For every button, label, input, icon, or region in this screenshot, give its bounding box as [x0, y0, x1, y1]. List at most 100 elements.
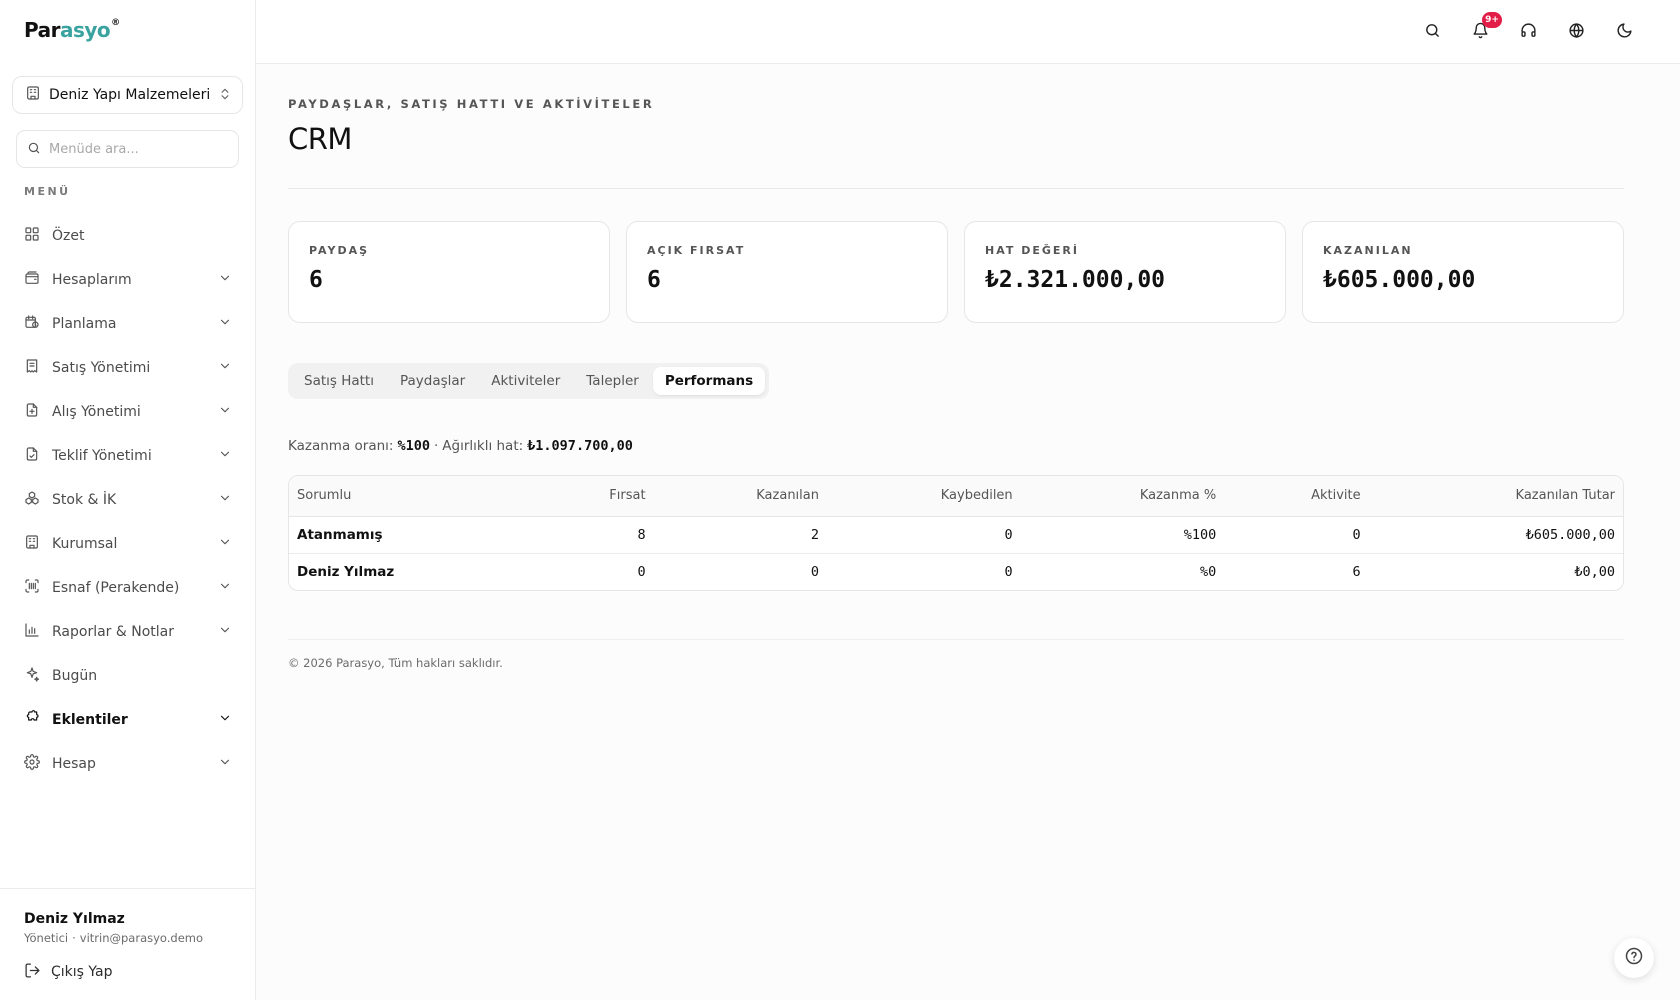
chevron-down-icon: [218, 491, 232, 509]
sidebar-item-ozet[interactable]: Özet: [12, 214, 244, 258]
chevron-down-icon: [218, 315, 232, 333]
sidebar-item-satis-yonetimi[interactable]: Satış Yönetimi: [12, 346, 244, 390]
sidebar-item-label: Bugün: [52, 668, 98, 684]
tab-satis-hatti[interactable]: Satış Hattı: [292, 367, 386, 395]
menu-section-title: MENÜ: [24, 185, 71, 198]
column-header-kazanilan-tutar[interactable]: Kazanılan Tutar: [1368, 476, 1623, 517]
app-logo[interactable]: Par asyo ®: [24, 18, 120, 44]
user-role: Yönetici: [24, 931, 69, 945]
sidebar-item-bugun[interactable]: Bugün: [12, 654, 244, 698]
user-details: Yönetici · vitrin@parasyo.demo: [24, 931, 203, 945]
stat-card-acik-firsat: AÇIK FIRSAT 6: [626, 221, 948, 323]
table-cell: ₺605.000,00: [1368, 516, 1623, 554]
tab-aktiviteler[interactable]: Aktiviteler: [479, 367, 572, 395]
table-cell: ₺0,00: [1574, 563, 1615, 580]
win-rate-value: %100: [397, 438, 430, 454]
sidebar-item-teklif-yonetimi[interactable]: Teklif Yönetimi: [12, 434, 244, 478]
sidebar-item-esnaf-perakende[interactable]: Esnaf (Perakende): [12, 566, 244, 610]
sidebar-item-stok-i-k[interactable]: Stok & İK: [12, 478, 244, 522]
table-cell: Atanmamış: [289, 516, 539, 554]
tab-performans[interactable]: Performans: [652, 367, 766, 395]
settings-icon: [24, 754, 40, 774]
chevrons-up-down-icon: [218, 86, 232, 105]
stat-value: ₺2.321.000,00: [985, 267, 1166, 293]
stat-card-kazanilan: KAZANILAN ₺605.000,00: [1302, 221, 1624, 323]
sidebar-item-kurumsal[interactable]: Kurumsal: [12, 522, 244, 566]
tab-talepler[interactable]: Talepler: [574, 367, 651, 395]
menu-search[interactable]: [16, 130, 239, 168]
company-switcher[interactable]: Deniz Yapı Malzemeleri...: [12, 76, 243, 114]
calendar-clock-icon: [24, 314, 40, 334]
sidebar-item-hesap[interactable]: Hesap: [12, 742, 244, 786]
sidebar-item-label: Stok & İK: [52, 492, 117, 508]
sidebar-item-eklentiler[interactable]: Eklentiler: [12, 698, 244, 742]
notification-badge: 9+: [1482, 12, 1502, 28]
notifications-button[interactable]: 9+: [1464, 12, 1502, 48]
chevron-down-icon: [218, 623, 232, 641]
column-header-sorumlu[interactable]: Sorumlu: [289, 476, 539, 517]
table-cell: 2: [653, 516, 827, 554]
sidebar-item-label: Kurumsal: [52, 536, 118, 552]
logout-label: Çıkış Yap: [51, 964, 113, 980]
user-details-separator: ·: [72, 931, 76, 945]
column-header-kazanma[interactable]: Kazanma %: [1020, 476, 1225, 517]
sidebar-item-label: Alış Yönetimi: [52, 404, 141, 420]
search-button[interactable]: [1416, 16, 1448, 48]
chevron-down-icon: [218, 403, 232, 421]
sidebar-item-label: Satış Yönetimi: [52, 360, 151, 376]
table-row: Atanmamış 8 2 0 %100 0 ₺605.000,00: [289, 516, 1623, 554]
sidebar-item-label: Raporlar & Notlar: [52, 624, 175, 640]
sidebar-item-alis-yonetimi[interactable]: Alış Yönetimi: [12, 390, 244, 434]
stat-value: ₺605.000,00: [1323, 267, 1476, 293]
sidebar-item-label: Teklif Yönetimi: [52, 448, 152, 464]
table-cell: %0: [1199, 563, 1217, 580]
file-plus-icon: [24, 402, 40, 422]
building-icon: [24, 534, 40, 554]
table-row: Deniz Yılmaz 0 0 0 %0 6 ₺0,00: [289, 553, 1623, 590]
help-circle-icon: [1624, 946, 1644, 970]
headset-icon: [1520, 22, 1537, 43]
column-header-kaybedilen[interactable]: Kaybedilen: [827, 476, 1021, 517]
stat-value: 6: [647, 267, 661, 293]
footer-divider: [288, 639, 1624, 640]
logout-button[interactable]: Çıkış Yap: [24, 959, 113, 985]
user-name: Deniz Yılmaz: [24, 911, 125, 927]
column-header-kazanilan[interactable]: Kazanılan: [653, 476, 827, 517]
chevron-down-icon: [218, 579, 232, 597]
language-button[interactable]: [1560, 16, 1592, 48]
table-cell: 0: [810, 563, 819, 580]
help-button[interactable]: [1614, 938, 1654, 978]
column-header-aktivite[interactable]: Aktivite: [1224, 476, 1369, 517]
company-name: Deniz Yapı Malzemeleri...: [49, 87, 210, 103]
sidebar-item-planlama[interactable]: Planlama: [12, 302, 244, 346]
stat-card-hat-degeri: HAT DEĞERİ ₺2.321.000,00: [964, 221, 1286, 323]
sidebar: Par asyo ® Deniz Yapı Malzemeleri... MENÜ …: [0, 0, 256, 1000]
chevron-down-icon: [218, 535, 232, 553]
wallet-icon: [24, 270, 40, 290]
header-divider: [288, 188, 1624, 189]
table-cell: 6: [1352, 563, 1361, 580]
theme-toggle-button[interactable]: [1608, 16, 1640, 48]
logo-text-accent: asyo: [59, 18, 111, 42]
sidebar-item-raporlar-notlar[interactable]: Raporlar & Notlar: [12, 610, 244, 654]
performance-summary: Kazanma oranı: %100 · Ağırlıklı hat: ₺1.…: [288, 438, 633, 454]
logo-registered-mark: ®: [111, 18, 120, 28]
sidebar-item-label: Özet: [52, 228, 85, 244]
table-cell: %100: [1020, 516, 1225, 554]
support-button[interactable]: [1512, 16, 1544, 48]
page-eyebrow: PAYDAŞLAR, SATIŞ HATTI VE AKTİVİTELER: [288, 97, 655, 111]
column-header-firsat[interactable]: Fırsat: [538, 476, 654, 517]
page-title: CRM: [288, 122, 352, 156]
sidebar-item-hesaplarim[interactable]: Hesaplarım: [12, 258, 244, 302]
table-cell: 8: [538, 516, 654, 554]
table-cell: 0: [1224, 516, 1369, 554]
stat-label: PAYDAŞ: [309, 244, 370, 257]
menu-search-input[interactable]: [49, 141, 228, 157]
tab-paydaslar[interactable]: Paydaşlar: [388, 367, 477, 395]
sidebar-item-label: Hesaplarım: [52, 272, 132, 288]
chevron-down-icon: [218, 711, 232, 729]
receipt-icon: [24, 358, 40, 378]
stat-label: KAZANILAN: [1323, 244, 1413, 257]
barcode-icon: [24, 578, 40, 598]
logo-text-main: Par: [24, 18, 60, 42]
